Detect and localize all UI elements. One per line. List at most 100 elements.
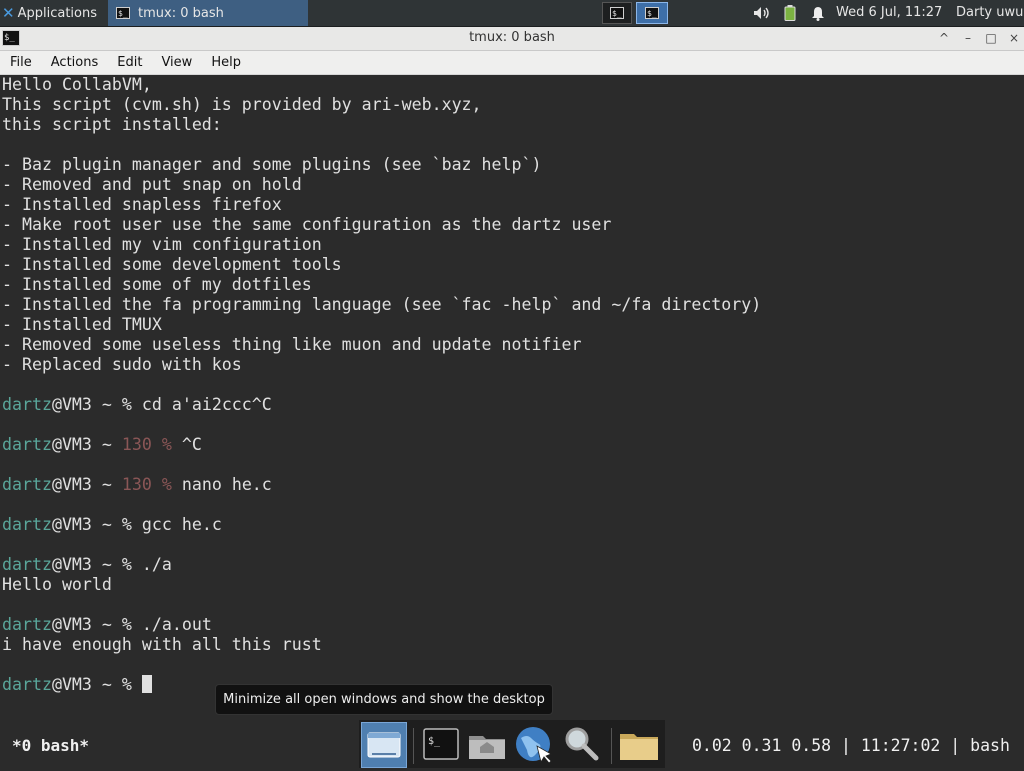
menu-view[interactable]: View	[151, 55, 201, 70]
maximize-button[interactable]: □	[983, 30, 999, 46]
terminal-line: Hello CollabVM,	[2, 75, 152, 94]
terminal-line: - Installed some of my dotfiles	[2, 275, 312, 294]
menu-actions[interactable]: Actions	[41, 55, 108, 70]
dock-files-button[interactable]	[617, 722, 663, 768]
exit-code: 130	[121, 475, 152, 494]
terminal-line: - Replaced sudo with kos	[2, 355, 242, 374]
dock: $_	[359, 720, 665, 768]
dock-separator	[413, 728, 414, 764]
exit-code: 130	[121, 435, 152, 454]
command-text: nano he.c	[181, 475, 272, 494]
terminal-line: - Installed my vim configuration	[2, 235, 322, 254]
prompt-line: dartz@VM3 ~ % ./a.out	[2, 615, 761, 635]
volume-icon[interactable]	[752, 5, 772, 21]
workspace-1[interactable]: $_	[602, 2, 632, 24]
prompt-user: dartz	[2, 675, 52, 694]
terminal-area[interactable]: Hello CollabVM, This script (cvm.sh) is p…	[0, 75, 1024, 768]
dock-terminal-button[interactable]: $_	[419, 722, 465, 768]
prompt-host: @VM3 ~	[51, 435, 122, 454]
prompt-host: @VM3 ~	[51, 395, 122, 414]
system-tray	[752, 0, 836, 26]
terminal-line: - Baz plugin manager and some plugins (s…	[2, 155, 542, 174]
prompt-host: @VM3 ~	[51, 675, 122, 694]
prompt-line: dartz@VM3 ~ % gcc he.c	[2, 515, 761, 535]
prompt-line: dartz@VM3 ~ 130 % nano he.c	[2, 475, 761, 495]
files-folder-icon	[620, 734, 658, 760]
tmux-status-right: 0.02 0.31 0.58 | 11:27:02 | bash	[692, 736, 1010, 755]
output-line: Hello world	[2, 575, 112, 594]
prompt-symbol: %	[121, 515, 132, 534]
applications-label: Applications	[17, 5, 97, 21]
tooltip: Minimize all open windows and show the d…	[215, 684, 553, 715]
prompt-symbol: %	[121, 615, 132, 634]
terminal-icon: $_	[423, 728, 459, 760]
menu-help[interactable]: Help	[201, 55, 250, 70]
shade-button[interactable]: ^	[936, 30, 952, 46]
prompt-symbol: %	[121, 395, 132, 414]
terminal-line: - Removed and put snap on hold	[2, 175, 302, 194]
user-menu[interactable]: Darty uwu	[956, 0, 1023, 26]
menubar: File Actions Edit View Help	[0, 51, 1024, 75]
show-desktop-button[interactable]	[361, 722, 407, 768]
taskbar-item-label: tmux: 0 bash	[138, 5, 224, 21]
prompt-symbol: %	[161, 435, 172, 454]
home-folder-icon	[469, 736, 505, 759]
output-line: i have enough with all this rust	[2, 635, 322, 654]
terminal-line: This script (cvm.sh) is provided by ari-…	[2, 95, 482, 114]
terminal-cursor	[141, 675, 152, 693]
prompt-user: dartz	[2, 435, 52, 454]
prompt-line: dartz@VM3 ~ 130 % ^C	[2, 435, 761, 455]
workspace-2[interactable]: $_	[636, 2, 668, 24]
window-titlebar[interactable]: $_ tmux: 0 bash ^ – □ ×	[0, 27, 1024, 51]
terminal-icon: $_	[116, 7, 130, 19]
minimize-button[interactable]: –	[960, 30, 976, 46]
dock-separator	[611, 728, 612, 764]
clock[interactable]: Wed 6 Jul, 11:27	[836, 0, 942, 26]
command-text: ./a	[141, 555, 172, 574]
prompt-line: dartz@VM3 ~ % cd a'ai2ccc^C	[2, 395, 761, 415]
dock-search-button[interactable]	[559, 722, 605, 768]
command-text: cd a'ai2ccc^C	[141, 395, 272, 414]
dock-home-button[interactable]	[465, 722, 511, 768]
prompt-user: dartz	[2, 395, 52, 414]
xfce-logo-icon: ✕	[2, 4, 15, 22]
terminal-icon: $_	[645, 7, 659, 19]
menu-file[interactable]: File	[0, 55, 41, 70]
taskbar-item-terminal[interactable]: $_ tmux: 0 bash	[108, 0, 308, 26]
terminal-icon: $_	[610, 7, 624, 19]
prompt-symbol: %	[121, 555, 132, 574]
battery-icon[interactable]	[780, 5, 800, 21]
close-button[interactable]: ×	[1006, 30, 1022, 46]
tmux-window-label: *0 bash*	[12, 736, 90, 755]
applications-menu[interactable]: ✕ Applications	[0, 0, 101, 26]
prompt-line: dartz@VM3 ~ % ./a	[2, 555, 761, 575]
terminal-line: - Installed the fa programming language …	[2, 295, 762, 314]
svg-text:$_: $_	[428, 736, 441, 747]
terminal-line: - Installed some development tools	[2, 255, 342, 274]
window-title: tmux: 0 bash	[469, 30, 555, 45]
prompt-host: @VM3 ~	[51, 515, 122, 534]
terminal-line: - Make root user use the same configurat…	[2, 215, 612, 234]
prompt-symbol: %	[121, 675, 132, 694]
notification-bell-icon[interactable]	[808, 5, 828, 21]
prompt-user: dartz	[2, 475, 52, 494]
prompt-user: dartz	[2, 555, 52, 574]
terminal-line: - Installed TMUX	[2, 315, 162, 334]
prompt-host: @VM3 ~	[51, 475, 122, 494]
dock-browser-button[interactable]	[511, 722, 557, 768]
search-icon	[565, 727, 599, 761]
prompt-user: dartz	[2, 615, 52, 634]
command-text: ./a.out	[141, 615, 212, 634]
menu-edit[interactable]: Edit	[107, 55, 151, 70]
prompt-host: @VM3 ~	[51, 555, 122, 574]
terminal-line: - Installed snapless firefox	[2, 195, 282, 214]
command-text: gcc he.c	[141, 515, 222, 534]
